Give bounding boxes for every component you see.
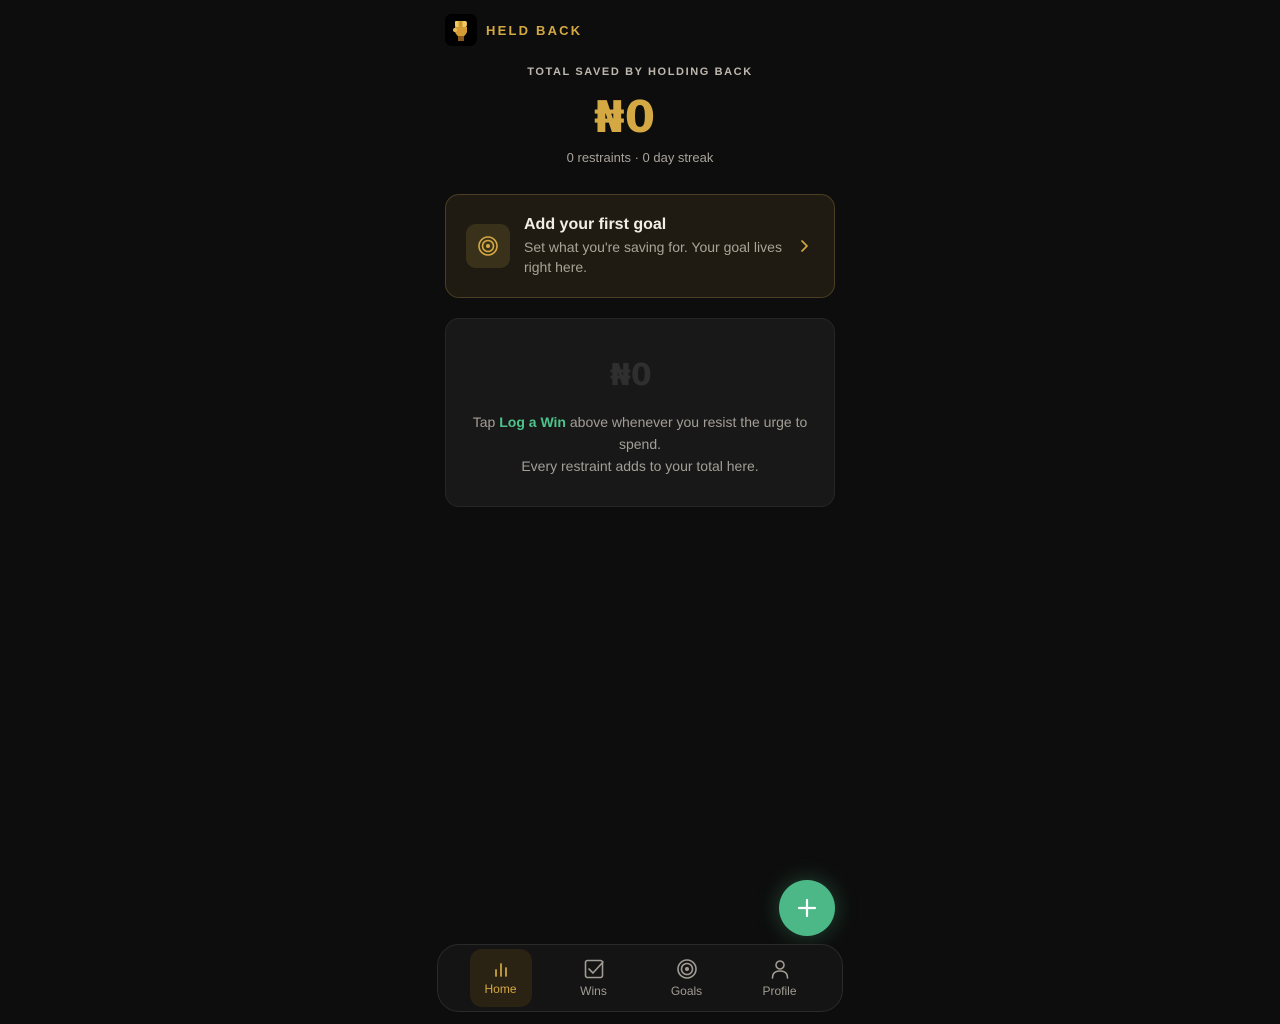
restraint-streak-meta: 0 restraints · 0 day streak (566, 150, 714, 165)
bottom-nav: Home Wins Goals Profile (437, 944, 843, 1012)
empty-text-after: above whenever you resist the urge to sp… (565, 414, 808, 452)
chevron-right-icon (794, 239, 814, 253)
nav-item-profile[interactable]: Profile (749, 949, 811, 1007)
empty-text-line2: Every restraint adds to your total here. (521, 458, 759, 474)
total-saved-section: TOTAL SAVED BY HOLDING BACK ₦0 0 restrai… (440, 66, 840, 165)
nav-label-goals: Goals (670, 984, 703, 998)
nav-item-goals[interactable]: Goals (656, 949, 718, 1007)
target-icon (478, 236, 498, 256)
nav-item-home[interactable]: Home (469, 949, 532, 1007)
empty-text-before: Tap (472, 414, 500, 430)
total-saved-value: ₦0 (594, 92, 655, 138)
empty-state-message: Tap Log a Win above whenever you resist … (446, 411, 834, 477)
bar-chart-icon (494, 963, 507, 977)
goal-card-title: Add your first goal (524, 215, 667, 233)
app-header: HELD BACK (445, 14, 582, 46)
app-root: HELD BACK TOTAL SAVED BY HOLDING BACK ₦0… (0, 0, 1280, 1024)
naira-zero-amount-graphic: ₦0 (594, 92, 655, 138)
empty-state-amount-graphic: ₦0 (446, 357, 834, 391)
target-icon-container (466, 224, 510, 268)
add-first-goal-card[interactable]: Add your first goal Set what you're savi… (445, 194, 835, 298)
nav-label-wins: Wins (580, 984, 607, 998)
plus-icon (797, 898, 817, 918)
log-win-fab-button[interactable] (779, 880, 835, 936)
empty-state-card: ₦0 Tap Log a Win above whenever you resi… (445, 318, 835, 507)
checkbox-icon (584, 959, 604, 979)
target-icon (676, 959, 697, 979)
goal-card-text: Add your first goal Set what you're savi… (524, 216, 794, 277)
person-icon (771, 960, 788, 979)
fist-logo-icon (445, 14, 477, 46)
total-saved-label: TOTAL SAVED BY HOLDING BACK (527, 66, 753, 78)
brand-name: HELD BACK (486, 22, 583, 38)
nav-item-wins[interactable]: Wins (563, 949, 625, 1007)
nav-label-profile: Profile (762, 984, 797, 998)
log-a-win-highlight: Log a Win (499, 414, 566, 430)
nav-label-home: Home (484, 982, 517, 996)
goal-card-subtitle: Set what you're saving for. Your goal li… (524, 238, 782, 275)
total-saved-amount: ₦0 (440, 92, 840, 138)
empty-state-amount: ₦0 (610, 358, 652, 391)
